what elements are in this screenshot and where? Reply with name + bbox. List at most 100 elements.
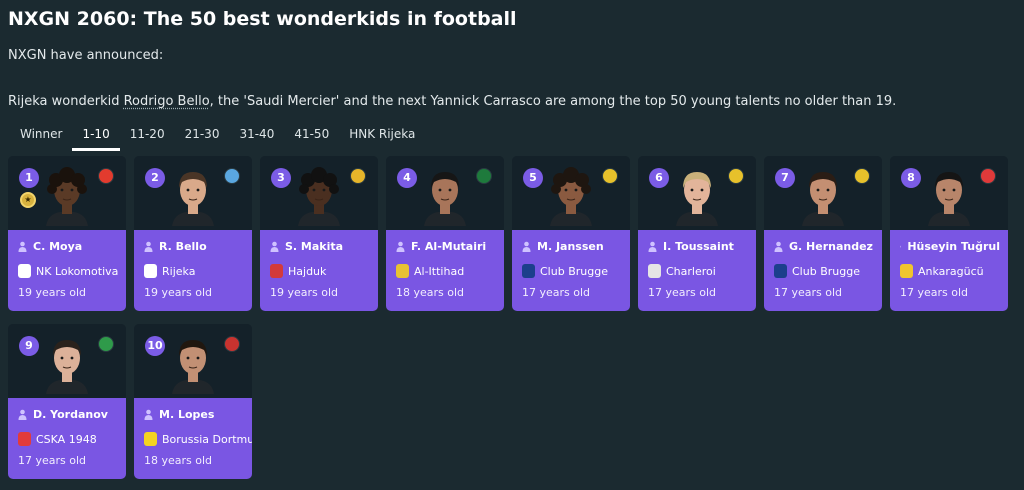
club-row: Charleroi [648, 263, 748, 279]
rank-badge: 5 [523, 168, 543, 188]
player-face-icon [424, 172, 466, 226]
tab-winner[interactable]: Winner [10, 121, 72, 151]
club-row: Club Brugge [774, 263, 874, 279]
person-icon [648, 241, 657, 252]
player-card[interactable]: 2 R. Bello Rijeka 19 years old [134, 156, 252, 311]
club-name[interactable]: Club Brugge [540, 265, 608, 278]
club-row: Rijeka [144, 263, 244, 279]
nationality-flag-icon [728, 168, 744, 184]
player-link-rodrigo-bello[interactable]: Rodrigo Bello [124, 94, 210, 109]
player-info: Hüseyin Tuğrul Ankaragücü 17 years old [890, 230, 1008, 311]
player-name[interactable]: G. Hernandez [789, 240, 873, 253]
club-crest-icon [18, 264, 31, 278]
person-icon [774, 241, 783, 252]
rank-badge: 2 [145, 168, 165, 188]
tab-11-20[interactable]: 11-20 [120, 121, 175, 151]
tab-hnk-rijeka[interactable]: HNK Rijeka [339, 121, 425, 151]
club-name[interactable]: Borussia Dortmund [162, 433, 252, 446]
player-portrait-area: 8 [890, 156, 1008, 230]
player-age: 19 years old [270, 286, 339, 299]
player-name[interactable]: D. Yordanov [33, 408, 108, 421]
club-name[interactable]: NK Lokomotiva [36, 265, 118, 278]
player-card[interactable]: 10 M. Lopes Borussia Dortmund 18 years old [134, 324, 252, 479]
club-name[interactable]: Club Brugge [792, 265, 860, 278]
player-portrait-area: 4 [386, 156, 504, 230]
tab-41-50[interactable]: 41-50 [284, 121, 339, 151]
club-row: Al-Ittihad [396, 263, 496, 279]
page-title: NXGN 2060: The 50 best wonderkids in foo… [8, 8, 517, 30]
rank-badge: 3 [271, 168, 291, 188]
club-crest-icon [144, 432, 157, 446]
player-portrait-area: 10 [134, 324, 252, 398]
club-crest-icon [270, 264, 283, 278]
player-face-icon [676, 172, 718, 226]
club-crest-icon [18, 432, 31, 446]
player-name[interactable]: C. Moya [33, 240, 82, 253]
player-info: I. Toussaint Charleroi 17 years old [638, 230, 756, 311]
club-name[interactable]: Rijeka [162, 265, 195, 278]
person-icon [270, 241, 279, 252]
nationality-flag-icon [476, 168, 492, 184]
rank-badge: 10 [145, 336, 165, 356]
player-name[interactable]: M. Lopes [159, 408, 214, 421]
club-row: Hajduk [270, 263, 370, 279]
player-card[interactable]: 1 ★ C. Moya NK Lokomotiva 19 years old [8, 156, 126, 311]
tab-1-10[interactable]: 1-10 [72, 121, 120, 151]
club-row: NK Lokomotiva [18, 263, 118, 279]
player-name-row: S. Makita [270, 238, 370, 254]
player-face-icon [802, 172, 844, 226]
club-name[interactable]: Hajduk [288, 265, 326, 278]
club-name[interactable]: Al-Ittihad [414, 265, 464, 278]
nationality-flag-icon [224, 336, 240, 352]
rank-badge: 1 [19, 168, 39, 188]
club-name[interactable]: CSKA 1948 [36, 433, 97, 446]
club-row: Borussia Dortmund [144, 431, 252, 447]
player-card[interactable]: 5 M. Janssen Club Brugge 17 years old [512, 156, 630, 311]
nationality-flag-icon [854, 168, 870, 184]
club-crest-icon [648, 264, 661, 278]
player-info: S. Makita Hajduk 19 years old [260, 230, 378, 311]
player-name-row: I. Toussaint [648, 238, 748, 254]
player-portrait-area: 5 [512, 156, 630, 230]
player-name[interactable]: M. Janssen [537, 240, 604, 253]
player-card[interactable]: 7 G. Hernandez Club Brugge 17 years old [764, 156, 882, 311]
rank-badge: 8 [901, 168, 921, 188]
player-name-row: C. Moya [18, 238, 118, 254]
player-card[interactable]: 8 Hüseyin Tuğrul Ankaragücü 17 years old [890, 156, 1008, 311]
player-card[interactable]: 3 S. Makita Hajduk 19 years old [260, 156, 378, 311]
player-name[interactable]: I. Toussaint [663, 240, 734, 253]
player-portrait-area: 9 [8, 324, 126, 398]
player-card[interactable]: 4 F. Al-Mutairi Al-Ittihad 18 years old [386, 156, 504, 311]
club-row: Club Brugge [522, 263, 622, 279]
player-name[interactable]: Hüseyin Tuğrul [907, 240, 1000, 253]
player-name[interactable]: F. Al-Mutairi [411, 240, 486, 253]
player-age: 18 years old [144, 454, 213, 467]
player-name[interactable]: R. Bello [159, 240, 207, 253]
tab-21-30[interactable]: 21-30 [175, 121, 230, 151]
news-intro: NXGN have announced: [8, 48, 164, 63]
rank-badge: 9 [19, 336, 39, 356]
person-icon [18, 241, 27, 252]
player-name-row: M. Lopes [144, 406, 244, 422]
person-icon [144, 241, 153, 252]
player-card[interactable]: 9 D. Yordanov CSKA 1948 17 years old [8, 324, 126, 479]
player-name[interactable]: S. Makita [285, 240, 343, 253]
person-icon [144, 409, 153, 420]
player-age: 19 years old [18, 286, 87, 299]
person-icon [522, 241, 531, 252]
player-portrait-area: 1 ★ [8, 156, 126, 230]
player-name-row: M. Janssen [522, 238, 622, 254]
club-name[interactable]: Charleroi [666, 265, 716, 278]
club-crest-icon [396, 264, 409, 278]
player-portrait-area: 2 [134, 156, 252, 230]
tab-31-40[interactable]: 31-40 [229, 121, 284, 151]
player-face-icon [298, 167, 340, 226]
player-name-row: G. Hernandez [774, 238, 874, 254]
player-portrait-area: 6 [638, 156, 756, 230]
medal-icon: ★ [20, 192, 36, 208]
player-card[interactable]: 6 I. Toussaint Charleroi 17 years old [638, 156, 756, 311]
person-icon [900, 245, 902, 247]
club-name[interactable]: Ankaragücü [918, 265, 984, 278]
person-icon [18, 409, 27, 420]
person-icon [396, 241, 405, 252]
